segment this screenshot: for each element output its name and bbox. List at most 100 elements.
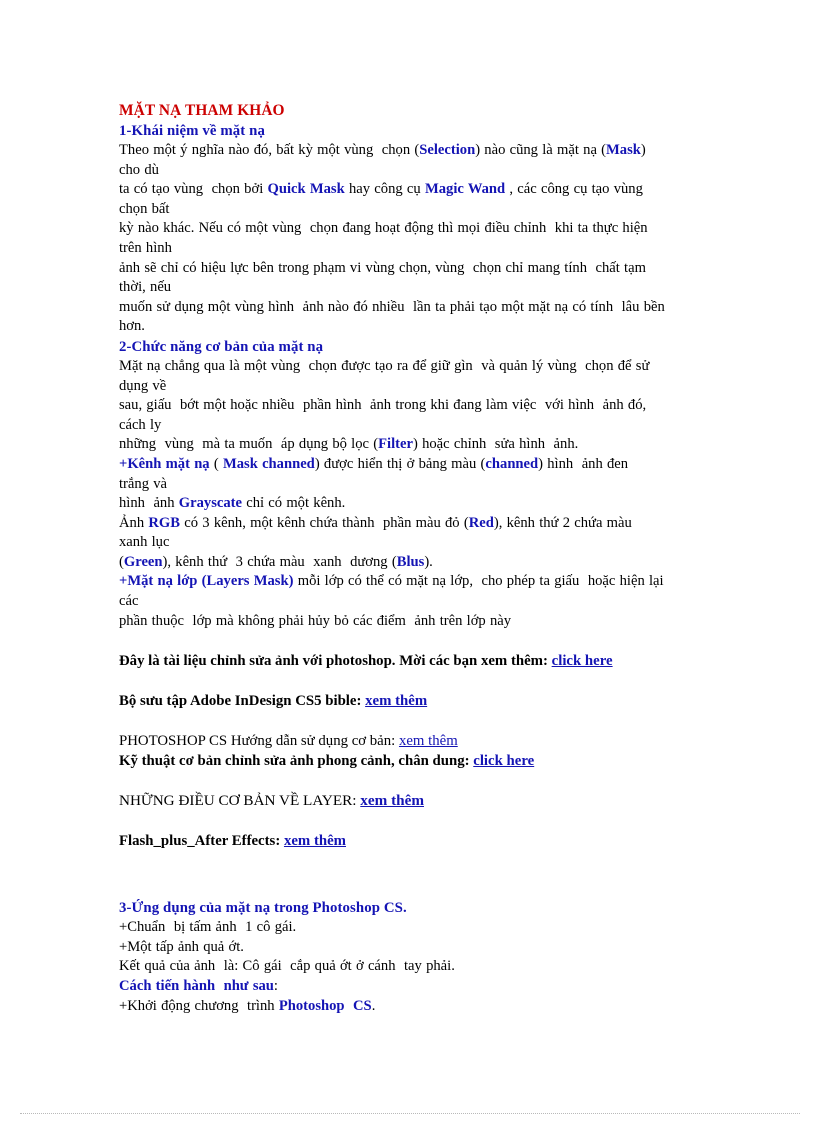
text-run: ) nào cũng là mặt nạ ( — [475, 142, 607, 158]
paragraph-line: Ảnh RGB có 3 kênh, một kênh chứa thành p… — [119, 514, 694, 534]
link-prefix: NHỮNG ĐIỀU CƠ BẢN VỀ LAYER: — [119, 792, 361, 810]
page-title: MẶT NẠ THAM KHẢO — [119, 102, 285, 119]
paragraph-line: kỳ nào khác. Nếu có một vùng chọn đang h… — [119, 220, 648, 237]
text-run: ) được hiển thị ở bảng màu ( — [314, 455, 486, 472]
footer-divider — [20, 1113, 800, 1115]
paragraph-line: Theo một ý nghĩa nào đó, bất kỳ một vùng… — [119, 141, 694, 161]
term-red: Red — [468, 514, 494, 531]
text-run: những vùng mà ta muốn áp dụng bộ lọc ( — [119, 436, 379, 453]
paragraph-line: các — [119, 593, 139, 610]
text-run: ) hình ảnh đen — [538, 455, 629, 472]
paragraph-line: muốn sử dụng một vùng hình ảnh nào đó nh… — [119, 298, 665, 315]
text-run: ta có tạo vùng chọn bởi — [119, 181, 268, 198]
paragraph-line: cho dù — [119, 161, 159, 178]
term-filter: Filter — [378, 436, 413, 453]
text-run: ), kênh thứ 3 chứa màu xanh dương ( — [162, 553, 397, 570]
text-run: Theo một ý nghĩa nào đó, bất kỳ một vùng… — [119, 142, 420, 158]
link-prefix: PHOTOSHOP CS Hướng dẫn sử dụng cơ bản: — [119, 733, 399, 750]
paragraph-line: trên hình — [119, 239, 172, 256]
text-run: 3-Ứng dụng của mặt nạ trong — [119, 900, 313, 917]
document-page: MẶT NẠ THAM KHẢO 1-Khái niệm về mặt nạ T… — [0, 0, 816, 1123]
term-mask-channed: Mask channed — [222, 455, 315, 472]
link-xem-them-layer[interactable]: xem thêm — [360, 792, 424, 809]
text-run: chỉ có một kênh. — [241, 495, 346, 512]
text-run: , các công cụ tạo vùng — [505, 181, 643, 198]
paragraph-line: +Khởi động chương trình Photoshop CS. — [119, 997, 694, 1017]
text-run: hình ảnh — [119, 495, 179, 512]
term-magic-wand: Magic Wand — [424, 181, 506, 198]
term-channed: channed — [485, 455, 539, 472]
text-run: . — [402, 900, 407, 917]
link-xem-them-flash[interactable]: xem thêm — [284, 833, 346, 849]
text-run: . — [371, 997, 376, 1014]
link-row-flash-after-effects: Flash_plus_After Effects: xem thêm — [119, 831, 694, 851]
paragraph-line: ảnh sẽ chỉ có hiệu lực bên trong phạm vi… — [119, 259, 646, 276]
section-heading-3: 3-Ứng dụng của mặt nạ trong Photoshop CS… — [119, 898, 694, 918]
term-rgb: RGB — [148, 514, 181, 531]
paragraph-line: Kết quả của ảnh là: Cô gái cắp quả ớt ở … — [119, 958, 455, 975]
paragraph-line: trắng và — [119, 475, 168, 492]
paragraph-line: cách ly — [119, 416, 162, 433]
term-selection: Selection — [419, 142, 476, 158]
term-photoshop-cs: Photoshop CS — [278, 997, 372, 1014]
link-row-indesign-bible: Bộ sưu tập Adobe InDesign CS5 bible: xem… — [119, 691, 694, 711]
term-layers-mask: +Mặt nạ lớp (Layers Mask) — [119, 573, 294, 590]
section-heading-2: 2-Chức năng cơ bản của mặt nạ — [119, 338, 324, 355]
paragraph-line: Cách tiến hành như sau: — [119, 977, 694, 997]
paragraph-line: +Chuẩn bị tấm ảnh 1 cô gái. — [119, 919, 297, 936]
link-row-photoshop-doc: Đây là tài liệu chỉnh sửa ảnh với photos… — [119, 651, 694, 671]
paragraph-line: (Green), kênh thứ 3 chứa màu xanh dương … — [119, 553, 694, 573]
paragraph-line: hình ảnh Grayscate chỉ có một kênh. — [119, 494, 694, 514]
paragraph-line: +Mặt nạ lớp (Layers Mask) mỗi lớp có thể… — [119, 572, 694, 592]
term-photoshop-cs: Photoshop CS — [312, 900, 403, 917]
paragraph-line: Mặt nạ chẳng qua là một vùng chọn được t… — [119, 357, 650, 374]
link-click-here-photoshop-doc[interactable]: click here — [552, 653, 613, 669]
document-body: MẶT NẠ THAM KHẢO 1-Khái niệm về mặt nạ T… — [119, 101, 694, 1016]
link-click-here-landscape[interactable]: click here — [473, 753, 534, 769]
section-heading-1: 1-Khái niệm về mặt nạ — [119, 123, 265, 139]
link-prefix: Kỹ thuật cơ bản chỉnh sửa ảnh phong cảnh… — [119, 753, 474, 770]
term-quick-mask: Quick Mask — [267, 181, 345, 198]
text-run: có 3 kênh, một kênh chứa thành phần màu … — [180, 514, 469, 531]
link-row-landscape-portrait: Kỹ thuật cơ bản chỉnh sửa ảnh phong cảnh… — [119, 751, 694, 771]
paragraph-line: chọn bất — [119, 200, 170, 217]
paragraph-line: phần thuộc lớp mà không phải hủy bỏ các … — [119, 612, 512, 629]
paragraph-line: thời, nếu — [119, 279, 172, 296]
term-green: Green — [123, 553, 163, 570]
link-xem-them-photoshop-basic[interactable]: xem thêm — [399, 733, 458, 749]
term-mask-channel-label: +Kênh mặt nạ — [119, 455, 210, 472]
term-blue: Blus — [396, 553, 425, 570]
paragraph-line: xanh lục — [119, 534, 170, 551]
text-run: mỗi lớp có thể có mặt nạ lớp, cho phép t… — [293, 573, 664, 590]
link-prefix: Bộ sưu tập Adobe InDesign CS5 bible: — [119, 693, 366, 710]
text-run: ) — [640, 142, 646, 158]
text-run: ), kênh thứ 2 chứa màu — [493, 514, 632, 531]
link-row-layer-basics: NHỮNG ĐIỀU CƠ BẢN VỀ LAYER: xem thêm — [119, 791, 694, 811]
link-xem-them-indesign[interactable]: xem thêm — [365, 693, 427, 709]
link-row-photoshop-basic: PHOTOSHOP CS Hướng dẫn sử dụng cơ bản: x… — [119, 731, 694, 751]
paragraph-line: +Một tấp ảnh quả ớt. — [119, 938, 244, 955]
text-run: Ảnh — [119, 514, 149, 531]
paragraph-line: hơn. — [119, 318, 145, 335]
paragraph-line: những vùng mà ta muốn áp dụng bộ lọc (Fi… — [119, 435, 694, 455]
text-run: ). — [424, 553, 433, 570]
term-grayscale: Grayscate — [178, 495, 242, 512]
link-prefix: Flash_plus_After Effects: — [119, 833, 284, 850]
text-run: hay công cụ — [344, 181, 425, 198]
text-run: ) hoặc chỉnh sửa hình ảnh. — [412, 436, 579, 453]
paragraph-line: sau, giấu bớt một hoặc nhiều phần hình ả… — [119, 397, 647, 414]
text-run: ( — [209, 455, 223, 472]
link-prefix: Đây là tài liệu chỉnh sửa ảnh với photos… — [119, 653, 552, 670]
paragraph-line: +Kênh mặt nạ ( Mask channed) được hiển t… — [119, 455, 694, 475]
term-cach-tien-hanh: Cách tiến hành như sau — [119, 978, 274, 995]
paragraph-line: ta có tạo vùng chọn bởi Quick Mask hay c… — [119, 180, 694, 200]
paragraph-line: dụng về — [119, 377, 167, 394]
text-run: +Khởi động chương trình — [119, 997, 279, 1014]
text-run: : — [273, 978, 278, 995]
